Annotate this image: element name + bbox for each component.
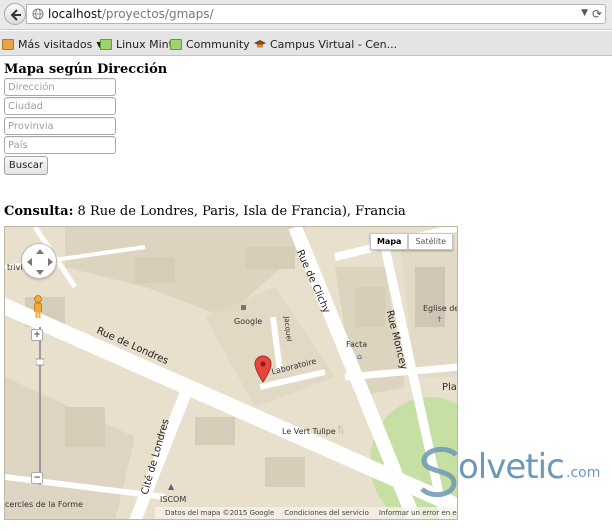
- map-data-credit: Datos del mapa ©2015 Google: [165, 509, 275, 517]
- school-icon: ▲: [168, 482, 175, 491]
- pan-arrows-icon: [27, 249, 53, 275]
- place-label: Google: [234, 317, 263, 326]
- pan-control[interactable]: [21, 243, 57, 279]
- solvetic-logo-icon: [420, 446, 458, 498]
- zoom-in-button[interactable]: +: [31, 329, 43, 341]
- ciudad-input[interactable]: [4, 97, 116, 115]
- zoom-slider[interactable]: [36, 327, 44, 485]
- place-label: Le Vert Tulipe: [282, 427, 336, 436]
- reload-icon[interactable]: ⟳: [592, 7, 602, 21]
- buscar-button[interactable]: Buscar: [4, 156, 48, 175]
- page-title: Mapa según Dirección: [4, 62, 168, 77]
- map-type-satelite-button[interactable]: Satélite: [408, 233, 453, 250]
- bookmark-label: Community: [186, 37, 250, 51]
- place-label: trivi: [7, 263, 23, 272]
- provincia-input[interactable]: [4, 117, 116, 135]
- place-label: Plac: [442, 382, 457, 393]
- zoom-out-button[interactable]: −: [31, 472, 43, 484]
- map-footer: Datos del mapa ©2015 Google Condiciones …: [155, 507, 457, 519]
- back-arrow-icon: [10, 9, 21, 21]
- globe-icon: [32, 8, 44, 20]
- church-icon: ✝: [436, 315, 443, 324]
- bookmark-label: Más visitados: [18, 37, 93, 51]
- folder-icon: [2, 38, 14, 50]
- consulta-label: Consulta:: [4, 204, 74, 219]
- bookmark-label: Campus Virtual - Cen...: [270, 37, 398, 51]
- location-marker-icon[interactable]: [254, 355, 272, 383]
- place-label: Facta: [346, 340, 368, 349]
- pegman-icon[interactable]: [31, 295, 45, 319]
- page-icon: [100, 38, 112, 50]
- pais-input[interactable]: [4, 136, 116, 154]
- bookmark-label: Linux Mint: [116, 37, 173, 51]
- browser-toolbar: localhost/proyectos/gmaps/ ▼ ⟳: [0, 0, 612, 30]
- page-icon: [170, 38, 182, 50]
- bank-icon: ⌂: [357, 352, 363, 361]
- back-button[interactable]: [4, 3, 26, 25]
- map-tiles: [5, 227, 457, 519]
- consulta-line: Consulta: 8 Rue de Londres, Paris, Isla …: [4, 204, 406, 219]
- consulta-value: 8 Rue de Londres, Paris, Isla de Francia…: [77, 204, 406, 219]
- url-text: localhost/proyectos/gmaps/: [48, 7, 214, 21]
- restaurant-icon: 🍴: [336, 425, 346, 434]
- bookmark-community[interactable]: Community: [170, 36, 250, 52]
- hat-icon: [254, 39, 266, 47]
- bookmark-mas-visitados[interactable]: Más visitados ▼: [2, 36, 102, 52]
- terms-link[interactable]: Condiciones del servicio: [284, 509, 369, 517]
- url-path: /proyectos/gmaps/: [101, 7, 214, 21]
- url-history-dropdown-icon[interactable]: ▼: [581, 8, 588, 18]
- watermark-suffix: .com: [566, 465, 601, 481]
- bookmark-campus-virtual[interactable]: Campus Virtual - Cen...: [254, 36, 397, 52]
- place-dot-icon: [241, 305, 246, 310]
- solvetic-watermark: olvetic .com: [418, 443, 608, 503]
- place-label: ISCOM: [160, 495, 187, 504]
- bookmarks-toolbar: Más visitados ▼ Linux Mint Community Cam…: [0, 31, 612, 56]
- direccion-input[interactable]: [4, 78, 116, 96]
- report-error-link[interactable]: Informar un error en el mapa: [379, 509, 457, 517]
- url-host: localhost: [48, 7, 102, 21]
- url-bar[interactable]: localhost/proyectos/gmaps/ ▼ ⟳: [26, 4, 606, 24]
- map-type-mapa-button[interactable]: Mapa: [369, 233, 409, 250]
- place-label: cercles de la Forme: [5, 500, 83, 509]
- bookmark-linux-mint[interactable]: Linux Mint: [100, 36, 173, 52]
- map-canvas[interactable]: + − Mapa Satélite Rue de Londres Rue de …: [4, 226, 458, 520]
- place-label: Eglise de: [423, 304, 458, 313]
- watermark-text: olvetic: [458, 447, 565, 487]
- map-type-control: Mapa Satélite: [369, 233, 453, 250]
